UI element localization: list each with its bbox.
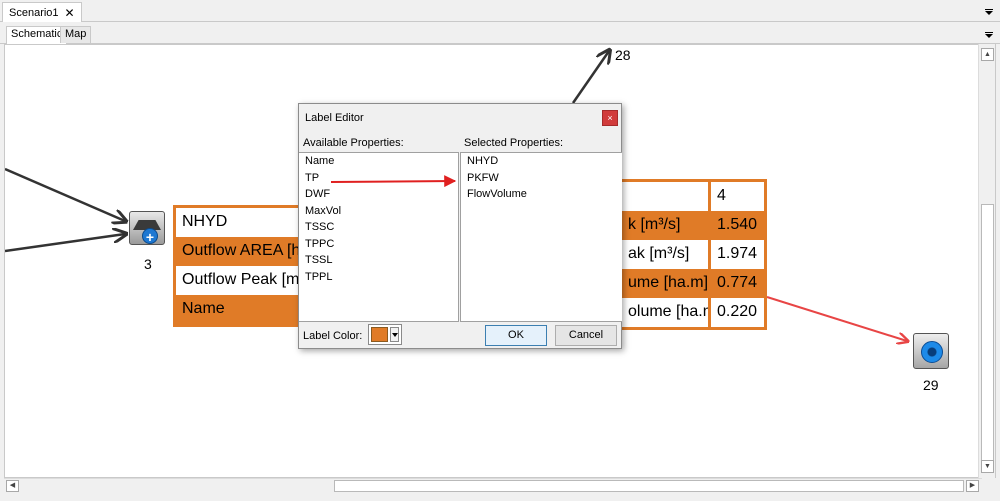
document-tab-scenario1[interactable]: Scenario1 ✕ [2,2,82,22]
link-incoming-2 [5,234,125,253]
plus-icon: + [142,228,158,245]
label-row-1 [622,182,708,211]
label-row-5: olume [ha.m] [622,298,708,327]
label-row-3: ak [m³/s] [622,240,708,269]
outfall-icon [921,341,943,363]
label-color-picker[interactable] [368,324,402,345]
tab-map[interactable]: Map [60,26,92,43]
label-value-1: 4 [708,182,764,211]
color-swatch [371,327,388,342]
scroll-down-icon[interactable]: ▼ [981,460,994,473]
tab-schematic[interactable]: Schematic [6,26,68,44]
cancel-button[interactable]: Cancel [555,325,617,346]
link-to-29 [766,296,907,341]
link-to-28 [571,51,609,104]
link-incoming-1 [5,167,125,221]
label-row-nhyd: NHYD [176,208,302,237]
node-label-3: 3 [144,256,152,272]
tab-overflow-menu-icon[interactable] [984,7,994,17]
vertical-scrollbar[interactable]: ▲ ▼ [978,44,995,478]
label-value-5: 0.220 [708,298,764,327]
storage-node-icon[interactable]: + [129,211,165,245]
node-label-29: 29 [923,377,939,393]
horizontal-scroll-thumb[interactable] [334,480,964,492]
label-value-3: 1.974 [708,240,764,269]
label-editor-dialog: Label Editor × Available Properties: Sel… [298,103,622,349]
outfall-node-icon[interactable] [913,333,949,369]
label-row-outflow-area: Outflow AREA [h [176,237,302,266]
scroll-up-icon[interactable]: ▲ [981,48,994,61]
node-label-28: 28 [615,47,631,63]
scroll-right-icon[interactable]: ▶ [966,480,979,492]
close-icon[interactable]: ✕ [65,6,75,20]
scroll-left-icon[interactable]: ◀ [6,480,19,492]
drag-arrow-annotation [330,175,457,188]
label-row-outflow-peak: Outflow Peak [m [176,266,302,295]
label-color-label: Label Color: [303,330,363,342]
label-table-link[interactable]: 4 k [m³/s] 1.540 ak [m³/s] 1.974 ume [ha… [619,179,767,330]
label-value-4: 0.774 [708,269,764,298]
view-overflow-menu-icon[interactable] [984,30,994,40]
label-value-2: 1.540 [708,211,764,240]
document-tab-label: Scenario1 [9,6,59,19]
chevron-down-icon[interactable] [390,327,399,342]
label-row-name: Name [176,295,302,324]
label-table-node-3[interactable]: NHYD Outflow AREA [h Outflow Peak [m Nam… [173,205,305,327]
ok-button[interactable]: OK [485,325,547,346]
label-row-2: k [m³/s] [622,211,708,240]
document-tabstrip: Scenario1 ✕ [0,0,1000,22]
vertical-scroll-thumb[interactable] [981,204,994,464]
label-row-4: ume [ha.m] [622,269,708,298]
view-tabstrip: Schematic Map [0,24,1000,44]
horizontal-scrollbar[interactable]: ◀ ▶ [4,478,982,492]
